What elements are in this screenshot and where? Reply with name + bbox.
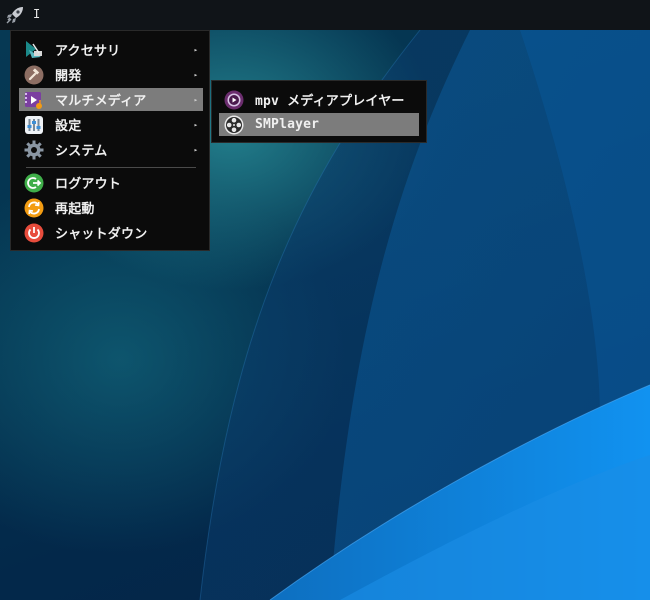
menu-item-development[interactable]: 開発 ▸ bbox=[19, 63, 203, 86]
submenu-arrow-icon: ▸ bbox=[193, 145, 199, 154]
text-cursor-indicator: I bbox=[33, 7, 41, 21]
menu-item-label: 再起動 bbox=[55, 202, 95, 217]
multimedia-icon bbox=[24, 90, 44, 110]
menu-item-accessories[interactable]: アクセサリ ▸ bbox=[19, 38, 203, 61]
settings-icon bbox=[24, 115, 44, 135]
submenu-item-label: mpv メディアプレイヤー bbox=[255, 94, 405, 109]
submenu-arrow-icon: ▸ bbox=[193, 70, 199, 79]
application-menu: アクセサリ ▸ 開発 ▸ マルチメディア ▸ 設定 ▸ システム ▸ ログアウト… bbox=[10, 30, 210, 251]
accessories-icon bbox=[24, 40, 44, 60]
logout-icon bbox=[24, 173, 44, 193]
menu-item-restart[interactable]: 再起動 bbox=[19, 196, 203, 219]
system-gear-icon bbox=[24, 140, 44, 160]
menu-item-label: アクセサリ bbox=[55, 44, 121, 59]
menu-item-shutdown[interactable]: シャットダウン bbox=[19, 221, 203, 244]
desktop: I アクセサリ ▸ 開発 ▸ マルチメディア ▸ 設定 ▸ システム ▸ ログア… bbox=[0, 0, 650, 600]
menu-item-settings[interactable]: 設定 ▸ bbox=[19, 113, 203, 136]
mpv-icon bbox=[224, 90, 244, 110]
menu-separator bbox=[26, 167, 196, 168]
menu-item-label: 開発 bbox=[55, 69, 82, 84]
submenu-item-smplayer[interactable]: SMPlayer bbox=[219, 113, 419, 136]
menu-item-logout[interactable]: ログアウト bbox=[19, 171, 203, 194]
menu-item-system[interactable]: システム ▸ bbox=[19, 138, 203, 161]
submenu-item-mpv[interactable]: mpv メディアプレイヤー bbox=[219, 88, 419, 111]
menu-item-label: ログアウト bbox=[55, 177, 122, 192]
submenu-arrow-icon: ▸ bbox=[193, 120, 199, 129]
submenu-arrow-icon: ▸ bbox=[193, 95, 199, 104]
menu-item-multimedia[interactable]: マルチメディア ▸ bbox=[19, 88, 203, 111]
menu-item-label: マルチメディア bbox=[55, 94, 147, 109]
development-icon bbox=[24, 65, 44, 85]
restart-icon bbox=[24, 198, 44, 218]
submenu-arrow-icon: ▸ bbox=[193, 45, 199, 54]
rocket-icon[interactable] bbox=[4, 4, 26, 26]
multimedia-submenu: mpv メディアプレイヤー SMPlayer bbox=[211, 80, 427, 143]
submenu-item-label: SMPlayer bbox=[255, 117, 320, 132]
smplayer-icon bbox=[224, 115, 244, 135]
menu-item-label: 設定 bbox=[55, 119, 82, 134]
menu-item-label: シャットダウン bbox=[55, 227, 148, 242]
shutdown-icon bbox=[24, 223, 44, 243]
menu-item-label: システム bbox=[55, 144, 108, 159]
top-panel: I bbox=[0, 0, 650, 30]
